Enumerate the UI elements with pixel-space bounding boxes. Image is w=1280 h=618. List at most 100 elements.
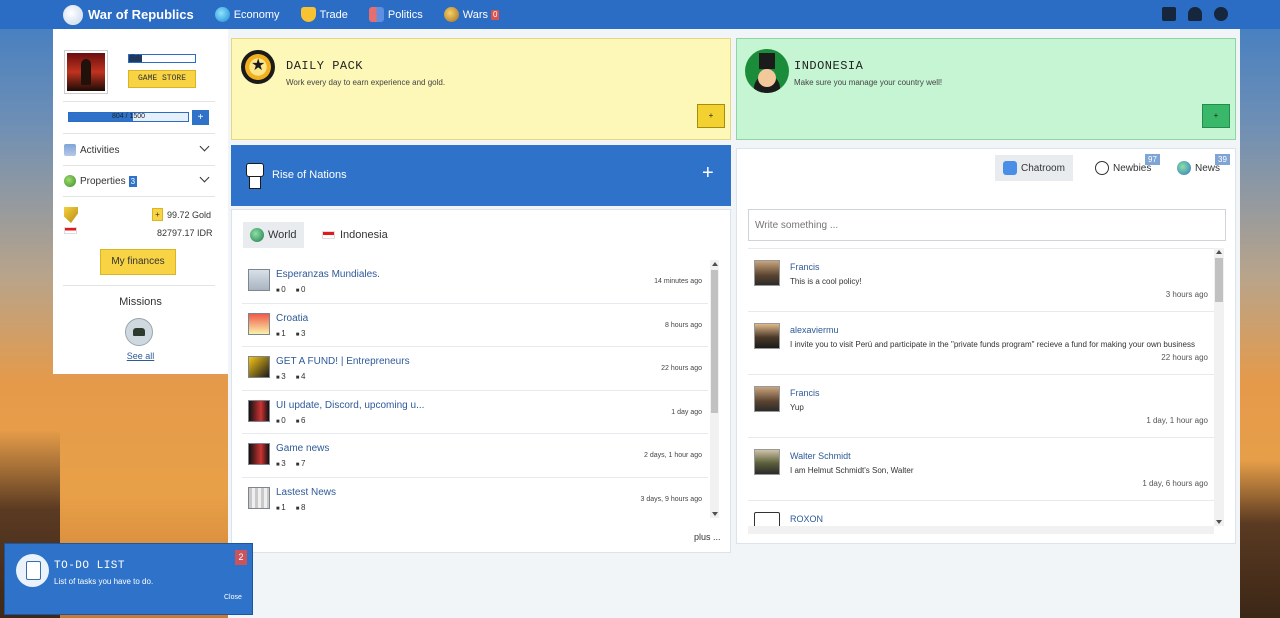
notifications-bell-icon[interactable] <box>1188 7 1202 21</box>
user-avatar[interactable] <box>754 449 780 475</box>
experience-text: 804 / 1500 <box>111 113 146 120</box>
comment-count: 0 <box>276 416 285 425</box>
chat-horizontal-scrollbar[interactable] <box>748 526 1214 534</box>
article-stats: 37 <box>276 459 305 468</box>
tab-chatroom-label: Chatroom <box>1021 162 1065 174</box>
trade-icon <box>300 7 316 22</box>
article-title[interactable]: GET A FUND! | Entrepreneurs <box>276 356 410 367</box>
message-text: I invite you to visit Perú and participa… <box>790 340 1195 349</box>
activities-label: Activities <box>80 144 120 156</box>
scroll-up-icon[interactable] <box>712 262 718 266</box>
chevron-down-icon <box>199 141 210 152</box>
wars-count-badge: 0 <box>491 9 500 20</box>
country-button[interactable]: + <box>1202 104 1230 128</box>
article-title[interactable]: Lastest News <box>276 487 336 498</box>
chat-panel: Chatroom Newbies 97 News 39 Francis This… <box>736 148 1236 544</box>
todo-list-popup[interactable]: TO-DO LIST List of tasks you have to do.… <box>4 543 253 615</box>
message-text: I am Helmut Schmidt's Son, Walter <box>790 466 914 475</box>
capitol-logo-icon <box>63 4 83 25</box>
daily-pack-button[interactable]: + <box>697 104 725 128</box>
user-avatar[interactable] <box>754 260 780 286</box>
chat-scrollbar[interactable] <box>1214 248 1224 526</box>
article-row[interactable]: Croatia 13 8 hours ago <box>242 304 708 347</box>
see-all-missions-link[interactable]: See all <box>53 351 228 361</box>
article-row[interactable]: Lastest News 18 3 days, 9 hours ago <box>242 478 708 519</box>
comment-count: 3 <box>276 459 285 468</box>
todo-close-button[interactable]: Close <box>224 594 242 601</box>
article-title[interactable]: Croatia <box>276 313 308 324</box>
article-thumbnail <box>248 443 270 465</box>
buy-gold-button[interactable]: + <box>152 208 163 221</box>
raised-fist-icon <box>245 159 265 191</box>
user-outline-icon <box>1095 161 1109 175</box>
tab-newbies[interactable]: Newbies 97 <box>1087 154 1160 181</box>
messages-icon[interactable] <box>1162 7 1176 21</box>
article-stats: 06 <box>276 416 305 425</box>
activities-dropdown[interactable]: Activities <box>64 141 216 159</box>
user-avatar[interactable] <box>754 323 780 349</box>
message-author[interactable]: ROXON <box>790 514 823 524</box>
scrollbar-thumb[interactable] <box>711 270 718 413</box>
president-portrait-icon <box>745 49 789 93</box>
globe-icon <box>250 228 264 242</box>
nav-trade[interactable]: Trade <box>300 7 348 22</box>
user-avatar[interactable] <box>754 386 780 412</box>
article-list-scrollbar[interactable] <box>710 260 719 518</box>
scroll-up-icon[interactable] <box>1216 250 1222 254</box>
chat-message-input[interactable] <box>748 209 1226 241</box>
daily-pack-subtitle: Work every day to earn experience and go… <box>286 78 446 87</box>
indonesia-flag-icon <box>64 227 77 234</box>
rise-of-nations-panel[interactable]: Rise of Nations + <box>231 145 731 206</box>
divider <box>63 133 215 134</box>
user-avatar[interactable] <box>754 512 780 526</box>
brand-link[interactable]: War of Republics <box>63 4 194 25</box>
scrollbar-thumb[interactable] <box>1215 258 1223 302</box>
article-time: 22 hours ago <box>661 365 702 372</box>
message-author[interactable]: Walter Schmidt <box>790 451 851 461</box>
vote-count: 3 <box>296 329 305 338</box>
article-row[interactable]: UI update, Discord, upcoming u... 06 1 d… <box>242 391 708 434</box>
nav-politics[interactable]: Politics <box>368 7 423 22</box>
game-store-button[interactable]: GAME STORE <box>128 70 196 88</box>
article-title[interactable]: Esperanzas Mundiales. <box>276 269 380 280</box>
country-subtitle: Make sure you manage your country well! <box>794 78 943 87</box>
article-time: 14 minutes ago <box>654 278 702 285</box>
scroll-down-icon[interactable] <box>712 512 718 516</box>
scroll-down-icon[interactable] <box>1216 520 1222 524</box>
vote-count: 8 <box>296 503 305 512</box>
message-time: 3 hours ago <box>1165 290 1208 299</box>
notepad-icon <box>16 554 49 587</box>
more-articles-link[interactable]: plus ... <box>694 532 721 542</box>
properties-dropdown[interactable]: Properties 3 <box>64 172 216 190</box>
rise-expand-button[interactable]: + <box>702 163 714 183</box>
todo-count-badge: 2 <box>235 550 247 565</box>
article-title[interactable]: UI update, Discord, upcoming u... <box>276 400 424 411</box>
tab-indonesia[interactable]: Indonesia <box>315 222 395 248</box>
tab-chatroom[interactable]: Chatroom <box>995 155 1073 181</box>
user-account-icon[interactable] <box>1214 7 1228 21</box>
tab-news[interactable]: News 39 <box>1169 154 1230 181</box>
message-author[interactable]: Francis <box>790 388 820 398</box>
article-row[interactable]: Esperanzas Mundiales. 00 14 minutes ago <box>242 260 708 304</box>
chevron-down-icon <box>199 172 210 183</box>
message-time: 1 day, 6 hours ago <box>1142 479 1208 488</box>
article-list: Esperanzas Mundiales. 00 14 minutes ago … <box>242 260 708 518</box>
message-author[interactable]: alexaviermu <box>790 325 839 335</box>
nav-wars[interactable]: Wars 0 <box>443 7 500 22</box>
message-author[interactable]: Francis <box>790 262 820 272</box>
article-title[interactable]: Game news <box>276 443 329 454</box>
vote-count: 7 <box>296 459 305 468</box>
todo-subtitle: List of tasks you have to do. <box>54 577 154 586</box>
experience-plus-button[interactable]: + <box>192 110 209 125</box>
article-row[interactable]: GET A FUND! | Entrepreneurs 34 22 hours … <box>242 347 708 391</box>
mission-tank-icon[interactable] <box>125 318 153 346</box>
vote-count: 0 <box>296 285 305 294</box>
tab-world[interactable]: World <box>243 222 304 248</box>
my-finances-button[interactable]: My finances <box>100 249 176 275</box>
nav-economy[interactable]: Economy <box>214 7 280 22</box>
nav-politics-label: Politics <box>387 8 423 21</box>
top-right-actions <box>1162 7 1228 21</box>
article-row[interactable]: Game news 37 2 days, 1 hour ago <box>242 434 708 478</box>
player-avatar[interactable] <box>64 50 108 94</box>
chat-message: ROXON <box>748 501 1214 526</box>
